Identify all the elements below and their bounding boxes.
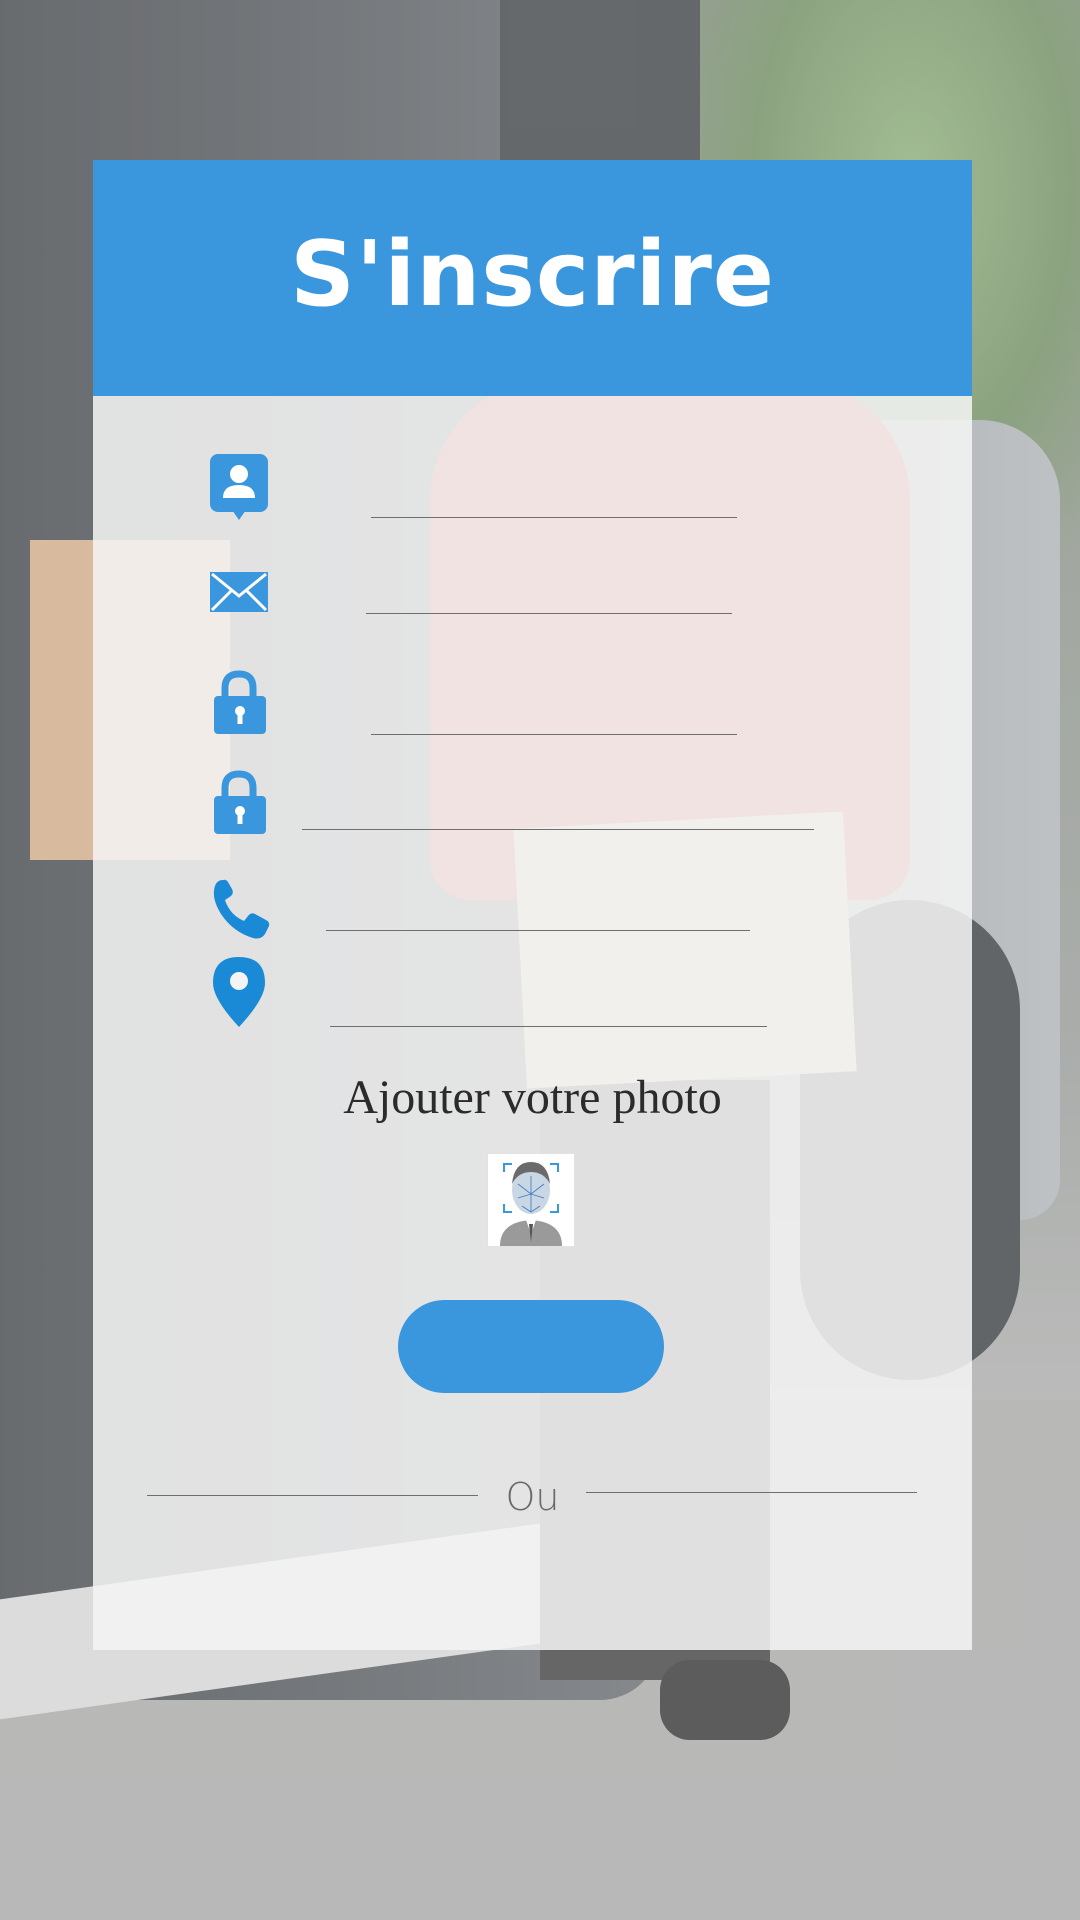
page-title: S'inscrire xyxy=(290,221,775,327)
name-input[interactable] xyxy=(371,517,737,518)
location-pin-icon xyxy=(211,955,275,1027)
phone-icon xyxy=(209,876,273,940)
lock-icon xyxy=(208,668,272,734)
photo-upload[interactable] xyxy=(487,1153,575,1247)
lock-icon xyxy=(208,768,272,834)
contact-card-icon xyxy=(208,452,272,520)
envelope-icon xyxy=(208,568,272,632)
email-input[interactable] xyxy=(366,613,732,614)
signup-card: S'inscrire Ajouter votre photo Ou xyxy=(93,160,972,1650)
phone-input[interactable] xyxy=(326,930,750,931)
card-header: S'inscrire xyxy=(93,160,972,396)
or-divider-text: Ou xyxy=(505,1475,560,1519)
location-input[interactable] xyxy=(330,1026,767,1027)
divider-line-right xyxy=(586,1492,917,1493)
confirm-password-input[interactable] xyxy=(302,829,814,830)
face-scan-avatar-icon xyxy=(500,1162,562,1246)
password-input[interactable] xyxy=(371,734,737,735)
add-photo-label: Ajouter votre photo xyxy=(343,1071,722,1124)
signup-button[interactable] xyxy=(398,1300,664,1393)
